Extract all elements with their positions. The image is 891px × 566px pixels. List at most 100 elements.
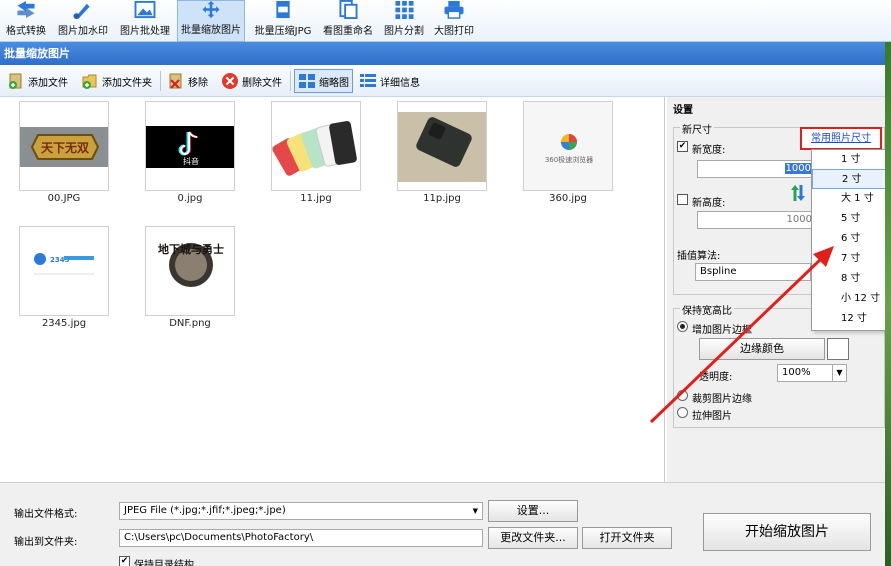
size-option[interactable]: 12 寸 [812, 309, 890, 329]
stretch-radio[interactable] [677, 407, 688, 418]
size-option[interactable]: 小 12 寸 [812, 289, 890, 309]
size-option[interactable]: 6 寸 [812, 229, 890, 249]
chevron-down-icon: ▼ [472, 507, 478, 515]
keep-structure-checkbox[interactable]: ✔ [119, 556, 130, 566]
add-file-label: 添加文件 [28, 77, 68, 89]
thumbnail-2345-jpg[interactable]: 2345 [19, 226, 109, 316]
remove-icon [169, 73, 182, 89]
remove-button[interactable]: 移除 [164, 69, 211, 93]
stretch-label: 拉伸图片 [692, 411, 732, 422]
file-name-11p-jpg: 11p.jpg [423, 193, 461, 204]
swap-arrows-icon[interactable] [791, 184, 805, 202]
image-split-label: 图片分割 [384, 26, 424, 37]
thumb-text-0: 抖音 [183, 156, 199, 166]
toolbar-divider [160, 71, 161, 91]
thumbnail-grid-icon [299, 74, 315, 88]
thumbnail-dnf-png[interactable]: 地下城与勇士 [145, 226, 235, 316]
browser-logo-image: 2345 [20, 227, 108, 315]
settings-title: 设置 [673, 105, 693, 116]
thumb-text-00: 天下无双 [41, 141, 89, 155]
batch-compress-label: 批量压缩JPG [254, 26, 312, 37]
add-file-button[interactable]: 添加文件 [4, 69, 71, 93]
size-option[interactable]: 7 寸 [812, 249, 890, 269]
border-color-button[interactable]: 边缘颜色 [699, 338, 825, 360]
output-format-value: JPEG File (*.jpg;*.jfif;*.jpeg;*.jpe) [124, 505, 286, 516]
thumbnail-360-jpg[interactable]: 360极速浏览器 [523, 101, 613, 191]
size-option[interactable]: 1 寸 [812, 150, 890, 170]
file-name-dnf-png: DNF.png [169, 318, 211, 329]
delete-file-button[interactable]: 删除文件 [218, 69, 285, 93]
game-logo-image: 天下无双 [20, 127, 108, 167]
batch-compress-button[interactable]: 批量压缩JPG [249, 0, 317, 42]
photo-size-dropdown: 1 寸 2 寸 大 1 寸 5 寸 6 寸 7 寸 8 寸 小 12 寸 12 … [811, 149, 891, 331]
rename-button[interactable]: 看图重命名 [319, 0, 377, 42]
interpolation-select[interactable]: Bspline [695, 263, 811, 281]
change-folder-button[interactable]: 更改文件夹... [488, 527, 578, 549]
thumbnail-view-button[interactable]: 缩略图 [294, 69, 353, 93]
new-width-checkbox[interactable]: ✔ [677, 141, 688, 152]
output-folder-input[interactable]: C:\Users\pc\Documents\PhotoFactory\ [119, 529, 483, 547]
output-format-label: 输出文件格式: [14, 509, 78, 520]
batch-process-label: 图片批处理 [120, 26, 170, 37]
size-option[interactable]: 8 寸 [812, 269, 890, 289]
watermark-button[interactable]: 图片加水印 [54, 0, 112, 42]
remove-label: 移除 [188, 77, 208, 89]
image-split-button[interactable]: 图片分割 [380, 0, 428, 42]
crop-border-radio[interactable] [677, 390, 688, 401]
watermark-brush-icon [73, 3, 90, 19]
add-border-radio[interactable] [677, 321, 688, 332]
thumb-text-360: 360极速浏览器 [545, 155, 593, 164]
convert-icon [17, 0, 35, 19]
detail-view-label: 详细信息 [380, 77, 420, 89]
add-border-label: 增加图片边框 [692, 325, 752, 336]
open-folder-button[interactable]: 打开文件夹 [582, 527, 672, 549]
file-name-00-jpg: 00.JPG [47, 193, 81, 204]
new-width-value: 1000 [784, 163, 812, 174]
browser-logo-image: 360极速浏览器 [524, 102, 612, 190]
thumbnail-00-jpg[interactable]: 天下无双 [19, 101, 109, 191]
common-photo-size-link[interactable]: 常用照片尺寸 [800, 127, 882, 150]
batch-resize-label: 批量缩放图片 [181, 25, 241, 36]
interpolation-label: 插值算法: [677, 251, 721, 262]
detail-view-button[interactable]: 详细信息 [356, 69, 423, 93]
background-window-edge [885, 42, 891, 566]
batch-resize-button[interactable]: 批量缩放图片 [177, 0, 245, 42]
delete-file-label: 删除文件 [242, 77, 282, 89]
file-toolbar: 添加文件 添加文件夹 移除 删除文件 缩略图 详细信息 [0, 65, 891, 97]
new-width-label: 新宽度: [692, 145, 726, 156]
file-name-11-jpg: 11.jpg [300, 193, 332, 204]
chevron-down-icon: ▼ [832, 365, 846, 381]
main-toolbar: 格式转换 图片加水印 图片批处理 批量缩放图片 批量压缩JPG 看图重命名 图片… [0, 0, 891, 42]
new-height-label: 新高度: [692, 198, 726, 209]
detail-list-icon [360, 74, 376, 87]
watermark-label: 图片加水印 [58, 26, 108, 37]
start-resize-button[interactable]: 开始缩放图片 [703, 513, 871, 551]
delete-icon [222, 73, 238, 89]
add-file-icon [9, 73, 22, 89]
thumbnail-11-jpg[interactable] [271, 101, 361, 191]
new-height-input[interactable]: 1000 [697, 211, 817, 229]
tiktok-logo-image: 抖音 [146, 126, 234, 168]
format-convert-button[interactable]: 格式转换 [2, 0, 50, 42]
rename-icon [339, 0, 358, 19]
large-print-button[interactable]: 大图打印 [430, 0, 478, 42]
large-print-label: 大图打印 [434, 26, 474, 37]
format-settings-button[interactable]: 设置... [488, 500, 578, 522]
output-folder-label: 输出到文件夹: [14, 537, 78, 548]
opacity-select[interactable]: 100% ▼ [777, 364, 847, 382]
size-option[interactable]: 大 1 寸 [812, 189, 890, 209]
rename-label: 看图重命名 [323, 26, 373, 37]
border-color-swatch[interactable] [827, 338, 849, 360]
size-option[interactable]: 5 寸 [812, 209, 890, 229]
new-width-input[interactable]: 1000 [697, 160, 817, 178]
add-folder-button[interactable]: 添加文件夹 [78, 69, 155, 93]
thumbnail-11p-jpg[interactable] [397, 101, 487, 191]
new-height-checkbox[interactable] [677, 194, 688, 205]
output-format-select[interactable]: JPEG File (*.jpg;*.jfif;*.jpeg;*.jpe) ▼ [119, 502, 483, 520]
size-option-selected[interactable]: 2 寸 [812, 169, 890, 189]
page-title: 批量缩放图片 [0, 42, 891, 65]
resize-arrows-icon [202, 1, 220, 18]
batch-process-button[interactable]: 图片批处理 [116, 0, 174, 42]
image-thumbnail-area: 天下无双 00.JPG 抖音 0.jpg 11.jpg 11p.jpg 360极… [0, 97, 665, 482]
thumbnail-0-jpg[interactable]: 抖音 [145, 101, 235, 191]
